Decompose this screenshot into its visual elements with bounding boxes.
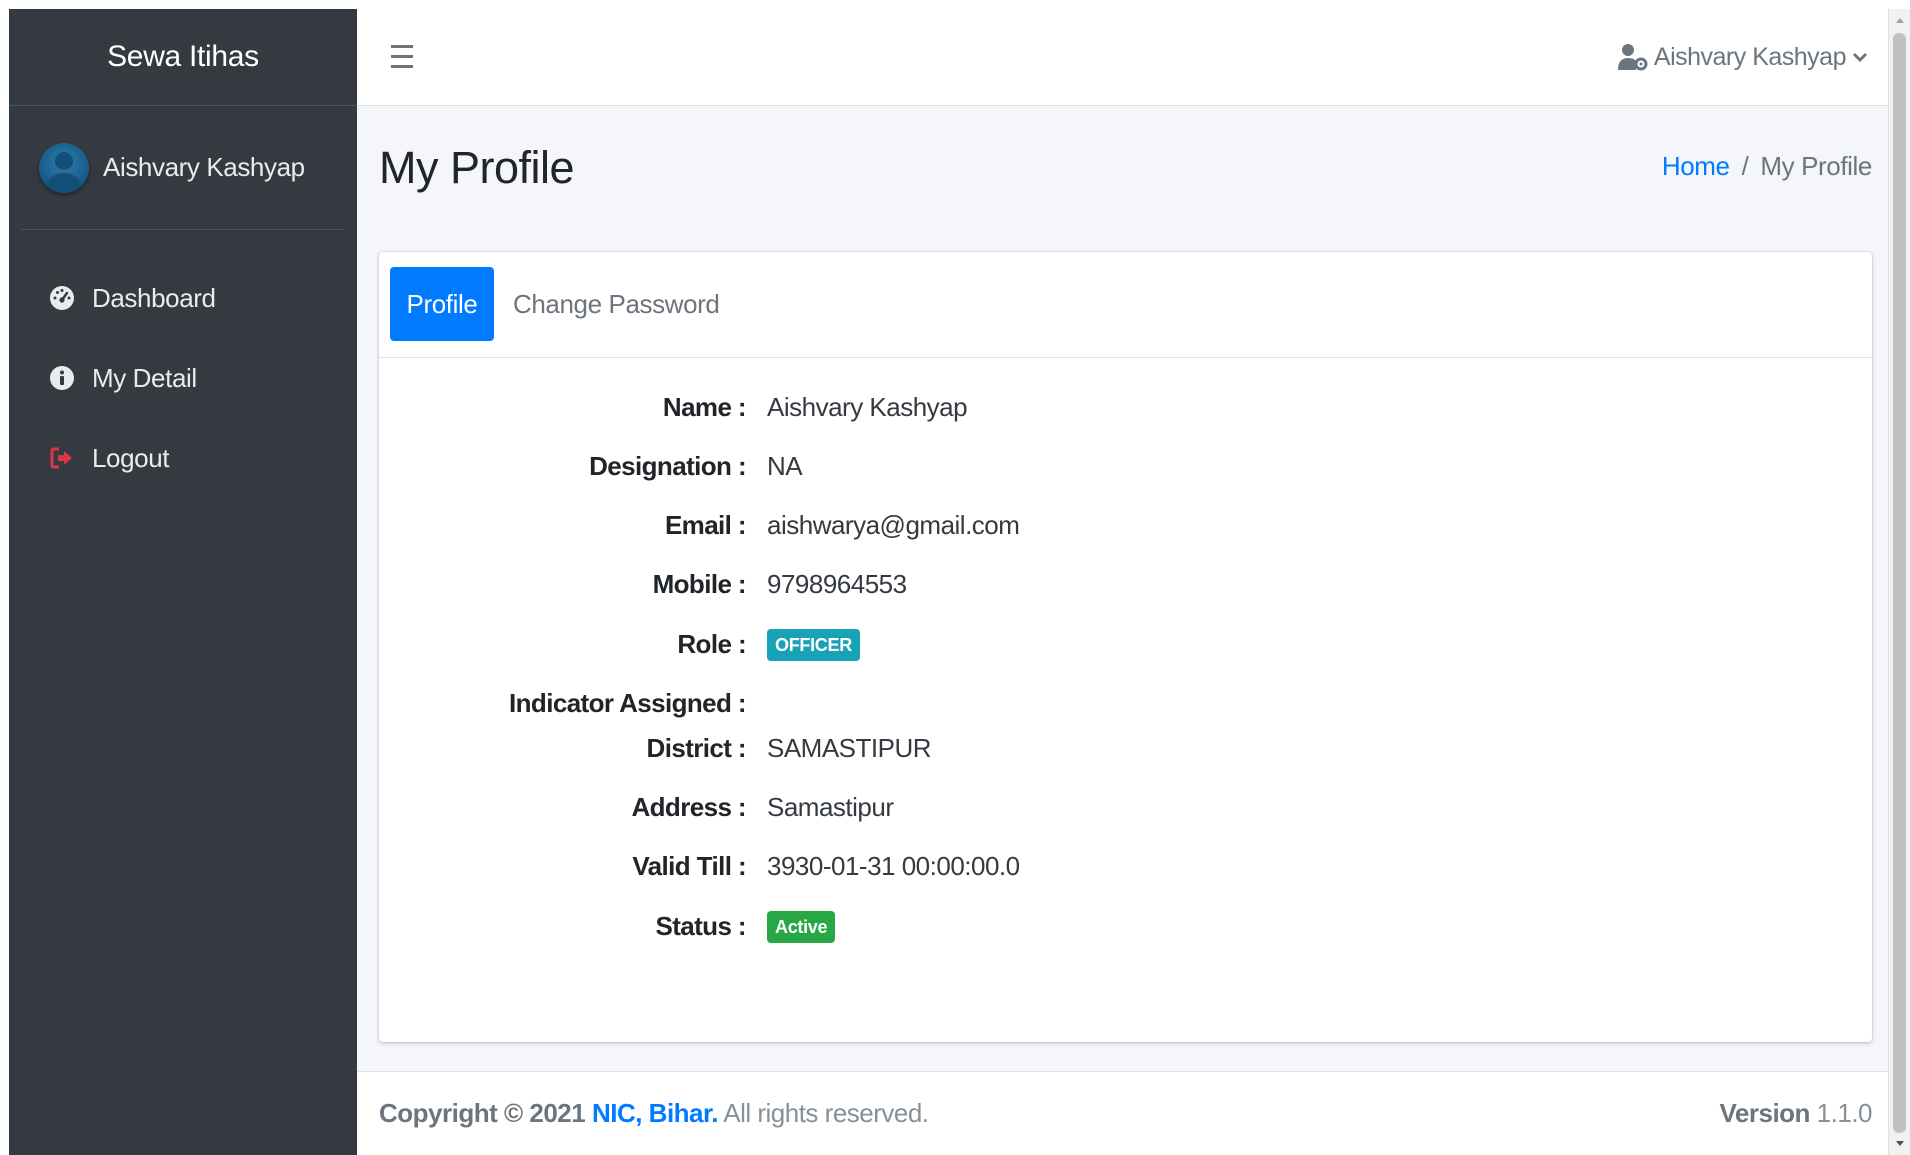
nic-bihar-link[interactable]: NIC, Bihar.	[592, 1098, 718, 1128]
address-label: Address :	[631, 791, 746, 822]
rights-text: All rights reserved.	[723, 1098, 929, 1128]
logout-icon	[47, 443, 77, 473]
indicator-label: Indicator Assigned :	[509, 687, 747, 718]
user-panel[interactable]: Aishvary Kashyap	[21, 106, 345, 230]
footer: Copyright © 2021 NIC, Bihar. All rights …	[357, 1071, 1888, 1155]
detail-row-name: Name : Aishvary Kashyap	[379, 387, 1855, 427]
detail-row-role: Role : OFFICER	[379, 624, 1855, 664]
designation-value: NA	[767, 450, 803, 481]
sidebar-nav: Dashboard My Detail Logout	[9, 230, 357, 498]
avatar	[39, 142, 89, 193]
breadcrumb-home-link[interactable]: Home	[1662, 151, 1730, 182]
sidebar-user-name: Aishvary Kashyap	[103, 152, 305, 182]
breadcrumb-separator: /	[1741, 151, 1749, 181]
detail-row-email: Email : aishwarya@gmail.com	[379, 505, 1855, 545]
page-scrollbar[interactable]	[1888, 9, 1910, 1155]
district-label: District :	[646, 732, 747, 763]
sidebar-item-logout[interactable]: Logout	[19, 418, 357, 498]
valid-till-label: Valid Till :	[632, 850, 746, 881]
sidebar-item-label: Logout	[92, 442, 170, 473]
detail-row-mobile: Mobile : 9798964553	[379, 564, 1855, 604]
version-info: Version 1.1.0	[1720, 1098, 1873, 1129]
status-cell: Active	[767, 909, 836, 943]
name-value: Aishvary Kashyap	[767, 391, 968, 422]
valid-till-value: 3930-01-31 00:00:00.0	[767, 850, 1020, 881]
user-cog-icon	[1617, 43, 1648, 71]
page-title: My Profile	[379, 142, 575, 193]
scroll-down-icon[interactable]	[1889, 1133, 1910, 1155]
brand-text: Sewa Itihas	[107, 40, 259, 73]
address-value: Samastipur	[767, 791, 894, 822]
info-icon	[47, 363, 77, 393]
version-label: Version	[1719, 1098, 1811, 1128]
district-value: SAMASTIPUR	[767, 732, 932, 763]
name-label: Name :	[662, 391, 747, 422]
designation-label: Designation :	[589, 450, 746, 481]
tab-profile[interactable]: Profile	[390, 267, 494, 341]
detail-row-indicator: Indicator Assigned :	[379, 683, 1855, 723]
role-badge: OFFICER	[767, 629, 860, 661]
scroll-thumb[interactable]	[1893, 33, 1906, 1133]
app-window: Sewa Itihas Aishvary Kashyap Dashboard M…	[9, 9, 1910, 1155]
detail-row-valid-till: Valid Till : 3930-01-31 00:00:00.0	[379, 846, 1855, 886]
sidebar-item-my-detail[interactable]: My Detail	[19, 338, 357, 418]
content-wrapper: My Profile Home / My Profile Profile Cha…	[357, 106, 1888, 1056]
sidebar: Sewa Itihas Aishvary Kashyap Dashboard M…	[9, 9, 357, 1155]
mobile-value: 9798964553	[767, 568, 907, 599]
detail-row-district: District : SAMASTIPUR	[379, 728, 1855, 768]
version-number: 1.1.0	[1816, 1098, 1873, 1128]
top-navbar: Aishvary Kashyap	[357, 9, 1888, 106]
sidebar-item-label: My Detail	[92, 362, 197, 393]
chevron-down-icon	[1852, 51, 1868, 63]
scroll-up-icon[interactable]	[1889, 9, 1910, 31]
detail-row-designation: Designation : NA	[379, 446, 1855, 486]
copyright-prefix: Copyright © 2021	[379, 1098, 586, 1128]
sidebar-item-dashboard[interactable]: Dashboard	[19, 258, 357, 338]
copyright: Copyright © 2021 NIC, Bihar. All rights …	[379, 1098, 929, 1129]
mobile-label: Mobile :	[652, 568, 747, 599]
profile-card: Profile Change Password Name : Aishvary …	[379, 252, 1872, 1042]
menu-toggle-icon[interactable]	[385, 36, 425, 76]
email-label: Email :	[664, 509, 747, 540]
status-label: Status :	[655, 910, 746, 941]
tab-change-password[interactable]: Change Password	[513, 267, 720, 341]
breadcrumb-current: My Profile	[1760, 151, 1872, 181]
status-badge: Active	[767, 911, 836, 943]
brand-link[interactable]: Sewa Itihas	[9, 9, 357, 106]
sidebar-item-label: Dashboard	[92, 282, 216, 313]
breadcrumb: Home / My Profile	[1662, 151, 1873, 182]
user-menu-label: Aishvary Kashyap	[1653, 42, 1847, 71]
role-label: Role :	[677, 628, 746, 659]
role-cell: OFFICER	[767, 627, 860, 661]
detail-row-status: Status : Active	[379, 906, 1855, 946]
card-tabs: Profile Change Password	[379, 252, 1872, 358]
email-value: aishwarya@gmail.com	[767, 509, 1020, 540]
detail-row-address: Address : Samastipur	[379, 787, 1855, 827]
dashboard-icon	[47, 283, 77, 313]
user-menu-dropdown[interactable]: Aishvary Kashyap	[1617, 33, 1868, 81]
